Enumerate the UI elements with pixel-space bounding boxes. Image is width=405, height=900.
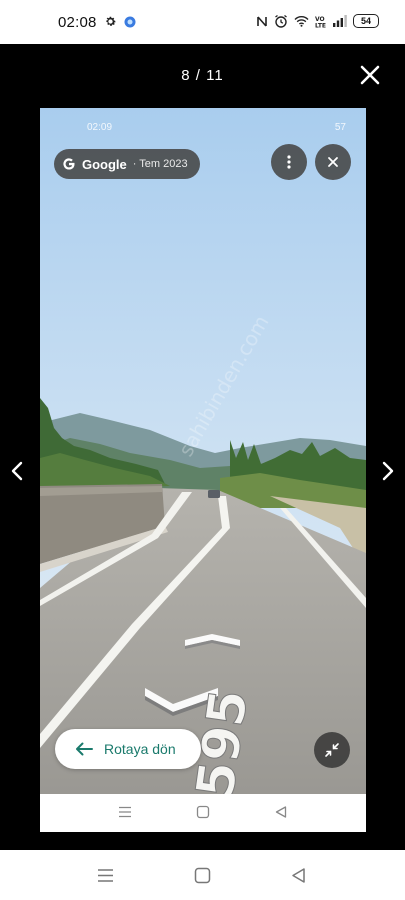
- more-vertical-icon: [287, 155, 291, 169]
- more-options-button[interactable]: [271, 144, 307, 180]
- inner-navigation-bar: [40, 794, 366, 832]
- return-to-route-button[interactable]: Rotaya dön: [55, 729, 201, 769]
- google-date-pill[interactable]: Google · Tem 2023: [54, 149, 200, 179]
- app-badge-icon: [124, 16, 136, 27]
- collapse-icon: [325, 743, 339, 757]
- menu-icon[interactable]: [97, 867, 114, 884]
- inner-status-time: 02:09: [87, 122, 113, 133]
- inner-status-bar: 02:09 57: [40, 120, 366, 136]
- wifi-icon: [294, 16, 309, 27]
- street-view-scene[interactable]: sahibinden.com 595: [40, 108, 366, 794]
- gear-icon: [106, 16, 116, 26]
- home-square-icon[interactable]: [194, 867, 211, 884]
- street-view-screenshot: sahibinden.com 595 02:09 57 Google · Tem…: [40, 108, 366, 832]
- capture-date-label: · Tem 2023: [132, 158, 188, 170]
- inner-battery: 57: [334, 122, 346, 133]
- alarm-icon: [275, 14, 287, 28]
- image-viewer: 8 / 11 sahibinden.com 595 02:09 57 Googl…: [0, 44, 405, 850]
- close-icon[interactable]: [357, 62, 383, 88]
- image-counter: 8 / 11: [181, 67, 224, 84]
- volte-icon: VOLTE: [315, 16, 326, 28]
- svg-text:LTE: LTE: [315, 22, 326, 28]
- close-icon: [328, 157, 338, 167]
- arrow-left-icon: [76, 742, 93, 756]
- google-brand-label: Google: [82, 156, 127, 172]
- menu-icon[interactable]: [118, 805, 132, 819]
- status-bar: 02:08 VO LTE 54: [0, 0, 405, 44]
- signal-icon: [333, 15, 347, 27]
- back-triangle-icon[interactable]: [274, 805, 288, 819]
- return-to-route-label: Rotaya dön: [104, 741, 176, 757]
- system-navigation-bar: [0, 850, 405, 900]
- nfc-icon: [257, 15, 267, 27]
- status-time: 02:08: [58, 14, 97, 31]
- close-street-view-button[interactable]: [315, 144, 351, 180]
- chevron-right-icon[interactable]: [377, 460, 397, 482]
- back-triangle-icon[interactable]: [290, 867, 307, 884]
- chevron-left-icon[interactable]: [8, 460, 28, 482]
- collapse-view-button[interactable]: [314, 732, 350, 768]
- google-g-icon: [63, 158, 75, 170]
- home-square-icon[interactable]: [196, 805, 210, 819]
- battery-icon: 54: [353, 14, 379, 28]
